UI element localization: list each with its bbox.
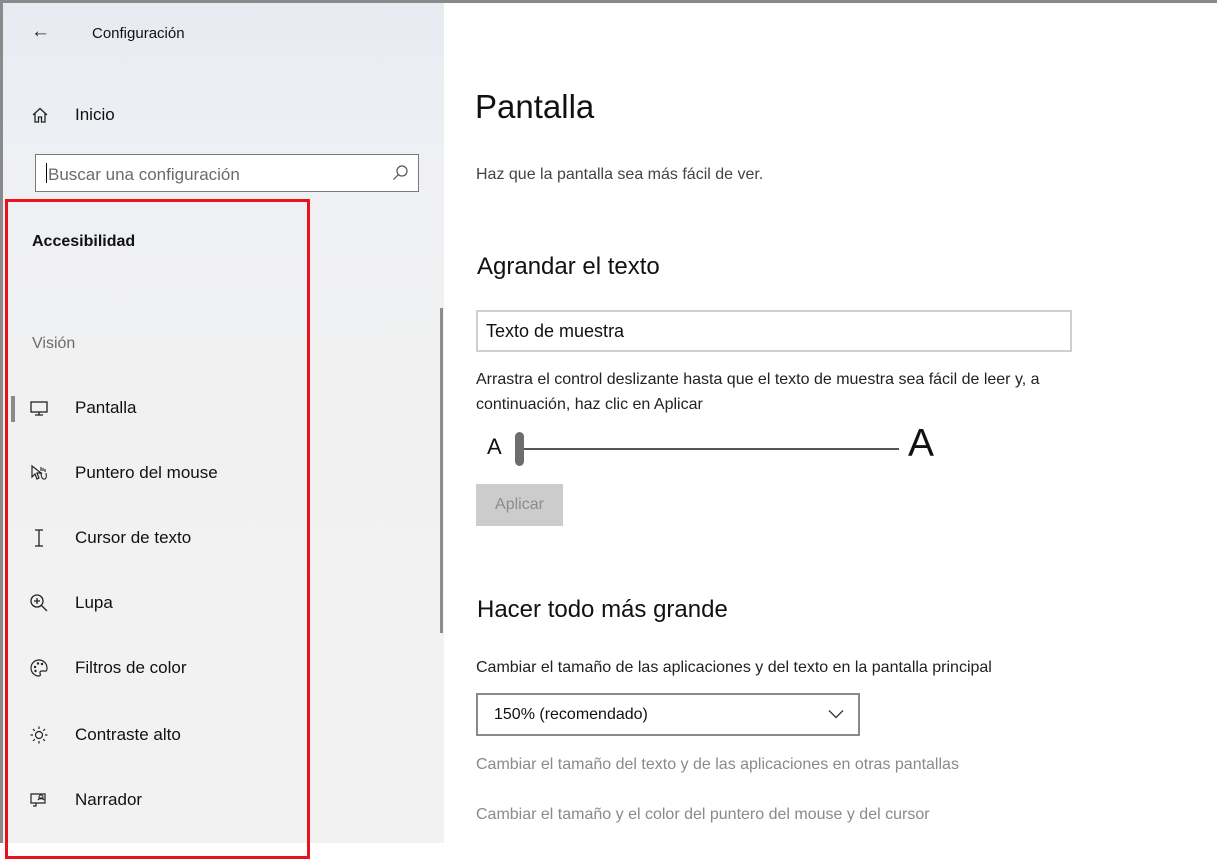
other-displays-link[interactable]: Cambiar el tamaño del texto y de las apl…: [476, 756, 959, 774]
app-title: Configuración: [92, 25, 185, 42]
scale-dropdown[interactable]: 150% (recomendado): [476, 693, 860, 736]
back-arrow-icon[interactable]: ←: [31, 21, 50, 43]
slider-max-label: A: [908, 422, 935, 465]
search-placeholder: Buscar una configuración: [48, 165, 240, 184]
text-size-slider[interactable]: A A: [485, 422, 955, 470]
pointer-size-link[interactable]: Cambiar el tamaño y el color del puntero…: [476, 806, 930, 824]
sidebar-scrollbar[interactable]: [440, 308, 443, 633]
home-label: Inicio: [75, 105, 115, 124]
highlight-annotation-box: [5, 199, 310, 859]
chevron-down-icon: [828, 710, 844, 719]
slider-min-label: A: [487, 434, 502, 459]
slider-thumb[interactable]: [515, 432, 524, 466]
page-title: Pantalla: [475, 88, 595, 125]
scale-label: Cambiar el tamaño de las aplicaciones y …: [476, 659, 992, 676]
sample-text: Texto de muestra: [486, 321, 625, 341]
home-icon: [32, 107, 48, 123]
sample-text-box: Texto de muestra: [476, 310, 1072, 352]
search-icon[interactable]: [391, 164, 409, 182]
slider-track[interactable]: [517, 448, 899, 450]
text-caret: [46, 163, 47, 183]
search-input[interactable]: Buscar una configuración: [35, 154, 419, 192]
page-subtitle: Haz que la pantalla sea más fácil de ver…: [476, 166, 764, 183]
apply-button[interactable]: Aplicar: [476, 484, 563, 526]
slider-instructions: Arrastra el control deslizante hasta que…: [476, 371, 1040, 413]
text-size-heading: Agrandar el texto: [477, 253, 660, 280]
scale-heading: Hacer todo más grande: [477, 596, 728, 623]
home-nav-item[interactable]: Inicio: [31, 102, 115, 128]
scale-dropdown-value: 150% (recomendado): [494, 706, 648, 723]
